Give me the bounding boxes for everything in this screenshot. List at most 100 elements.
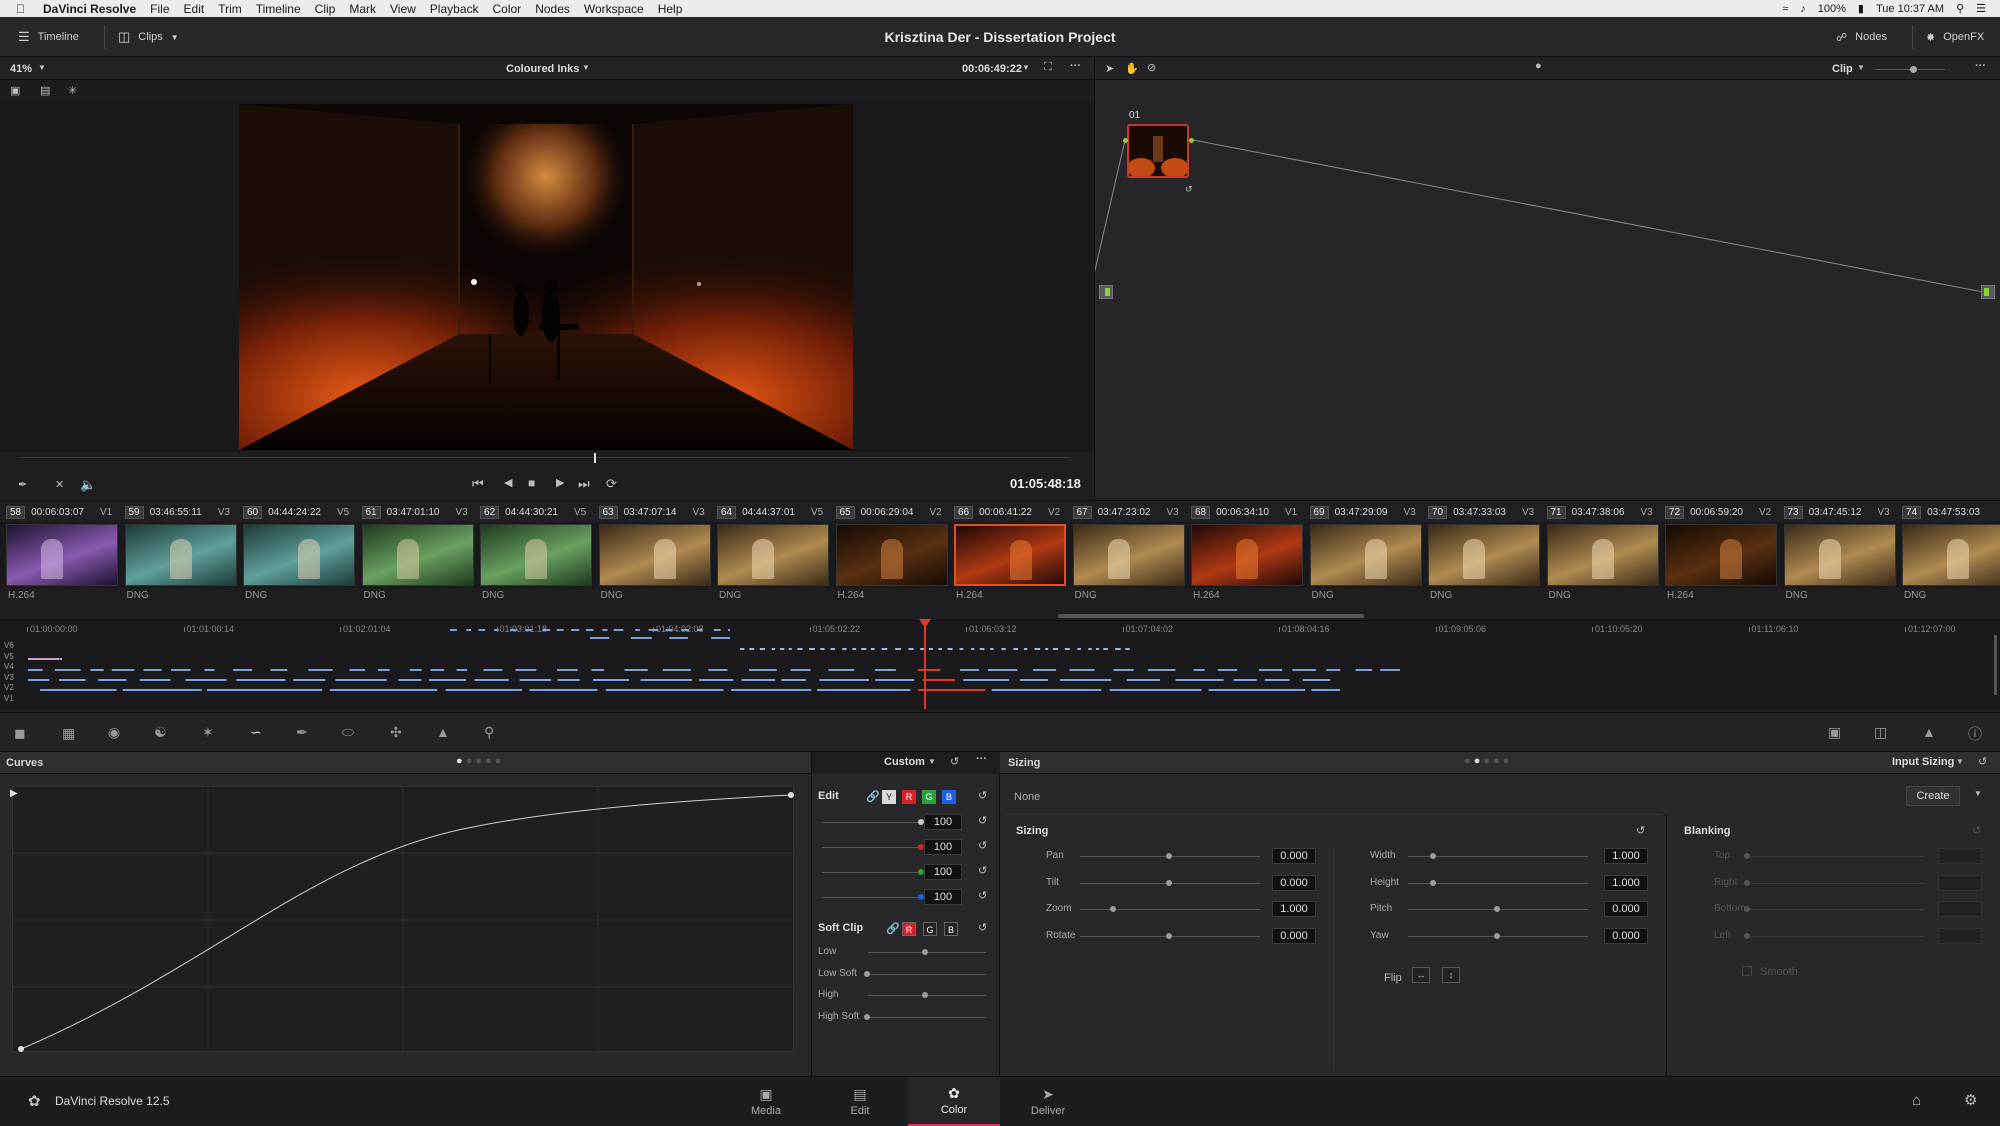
param-knob[interactable] — [1166, 853, 1172, 859]
blanking-knob[interactable] — [1744, 879, 1750, 886]
openfx-toggle-button[interactable]: ✸ OpenFX — [1926, 17, 1984, 57]
corrector-node[interactable] — [1127, 124, 1189, 178]
flip-horizontal-button[interactable]: ↔ — [1412, 967, 1430, 983]
scopes-icon[interactable]: ▲ — [1922, 724, 1936, 740]
clip-thumbnail[interactable]: DNG — [123, 522, 239, 601]
channel-y-button[interactable]: Y — [882, 790, 896, 804]
crop-icon[interactable]: ✕ — [55, 478, 64, 491]
stop-icon[interactable]: ■ — [528, 476, 535, 490]
clip-thumbnail[interactable]: DNG — [597, 522, 713, 601]
blur-icon[interactable]: ▲ — [436, 724, 450, 740]
blanking-value[interactable] — [1938, 927, 1982, 944]
fullscreen-icon[interactable]: ⛶ — [1044, 61, 1052, 74]
scrubber-playhead[interactable] — [594, 453, 596, 463]
layout-split-icon[interactable]: ▤ — [40, 84, 50, 97]
clip-thumbnail[interactable]: DNG — [360, 522, 476, 601]
volume-icon[interactable]: ♪ — [1800, 3, 1806, 15]
tracker-icon[interactable]: ✣ — [390, 724, 402, 741]
intensity-slider[interactable] — [822, 869, 924, 875]
intensity-reset-icon[interactable]: ↺ — [978, 864, 987, 877]
link-icon[interactable]: 🔗 — [866, 790, 880, 803]
apple-icon[interactable]:  — [16, 2, 25, 16]
menu-timeline[interactable]: Timeline — [256, 2, 301, 16]
curve-graph[interactable] — [12, 786, 795, 1053]
clip-thumbnail[interactable]: DNG — [1426, 522, 1542, 601]
intensity-value[interactable]: 100 — [924, 839, 962, 855]
blanking-slider[interactable] — [1744, 879, 1924, 886]
smooth-checkbox[interactable] — [1742, 966, 1752, 976]
blanking-slider[interactable] — [1744, 906, 1924, 912]
blanking-reset-icon[interactable]: ↺ — [1972, 824, 1981, 837]
curves-icon[interactable]: ∽ — [250, 724, 262, 741]
sizing-preset[interactable]: None — [1014, 791, 1040, 803]
soft-clip-link-icon[interactable]: 🔗 — [886, 922, 900, 935]
home-icon[interactable]: ⌂ — [1912, 1092, 1921, 1109]
rgb-mixer-icon[interactable]: ☯ — [154, 724, 167, 741]
param-knob[interactable] — [1166, 932, 1172, 939]
soft-clip-g-button[interactable]: G — [923, 922, 937, 936]
viewer[interactable] — [0, 102, 1094, 452]
soft-clip-b-button[interactable]: B — [944, 922, 958, 936]
menu-playback[interactable]: Playback — [430, 2, 479, 16]
clip-thumbnail[interactable]: H.264 — [834, 522, 950, 601]
param-knob[interactable] — [1430, 853, 1436, 859]
battery-icon[interactable]: ▮ — [1858, 2, 1864, 15]
spotlight-icon[interactable]: ⚲ — [1956, 2, 1964, 15]
channel-b-button[interactable]: B — [942, 790, 956, 804]
play-reverse-icon[interactable]: ◀ — [504, 476, 512, 489]
node-zoom-knob[interactable] — [1910, 66, 1917, 73]
soft-clip-knob[interactable] — [864, 1013, 870, 1020]
clip-thumbnail[interactable]: H.264 — [952, 522, 1068, 601]
blanking-slider[interactable] — [1744, 853, 1924, 859]
zoom-level[interactable]: 41% — [10, 63, 32, 75]
curves-reset-icon[interactable]: ↺ — [950, 755, 959, 768]
page-tab-color[interactable]: ✿ Color — [908, 1077, 1000, 1126]
param-value[interactable]: 0.000 — [1272, 874, 1316, 891]
clip-thumbnail[interactable]: DNG — [478, 522, 594, 601]
flip-vertical-button[interactable]: ↕ — [1442, 967, 1460, 983]
node-output-dot[interactable] — [1189, 138, 1194, 143]
clip-thumbnail[interactable]: DNG — [715, 522, 831, 601]
timeline-chevron-icon[interactable]: ▼ — [582, 63, 590, 72]
blanking-knob[interactable] — [1744, 853, 1750, 859]
blanking-knob[interactable] — [1744, 932, 1750, 939]
qualifier-icon[interactable]: ✒ — [296, 724, 308, 741]
wifi-icon[interactable]: ≈ — [1782, 3, 1788, 15]
edit-reset-icon[interactable]: ↺ — [978, 789, 987, 802]
scrubber-track[interactable] — [20, 457, 1070, 458]
param-slider[interactable] — [1080, 853, 1260, 859]
clip-thumbnail[interactable]: H.264 — [4, 522, 120, 601]
layout-single-icon[interactable]: ▣ — [10, 84, 20, 97]
blanking-value[interactable] — [1938, 901, 1982, 917]
blanking-value[interactable] — [1938, 874, 1982, 891]
menu-workspace[interactable]: Workspace — [584, 2, 644, 16]
audio-icon[interactable]: 🔈 — [80, 477, 96, 493]
intensity-slider[interactable] — [822, 819, 924, 825]
key-icon[interactable]: ⚲ — [484, 724, 494, 741]
soft-clip-knob[interactable] — [922, 949, 928, 955]
channel-g-button[interactable]: G — [922, 790, 936, 804]
clip-strip-scrollbar[interactable] — [1058, 614, 1364, 618]
soft-clip-slider[interactable] — [868, 992, 986, 998]
param-value[interactable]: 1.000 — [1272, 901, 1316, 917]
param-knob[interactable] — [1430, 879, 1436, 886]
sizing-page-dots[interactable]: ● ● ● ● ● — [1464, 755, 1509, 767]
menu-file[interactable]: File — [150, 2, 169, 16]
clip-thumbnail[interactable]: DNG — [1308, 522, 1424, 601]
timeline-vscroll[interactable] — [1994, 635, 1997, 695]
menu-edit[interactable]: Edit — [184, 2, 205, 16]
color-wheels-icon[interactable]: ◉ — [108, 724, 120, 741]
sizing-icon[interactable]: ▣ — [1828, 724, 1841, 741]
soft-clip-slider[interactable] — [864, 1013, 986, 1020]
param-knob[interactable] — [1494, 932, 1500, 939]
intensity-reset-icon[interactable]: ↺ — [978, 889, 987, 902]
blanking-knob[interactable] — [1744, 906, 1750, 912]
zoom-chevron-icon[interactable]: ▼ — [38, 63, 46, 72]
node-mode[interactable]: Clip — [1832, 63, 1853, 75]
soft-clip-reset-icon[interactable]: ↺ — [978, 921, 987, 934]
timeline-toggle-button[interactable]: ☰ Timeline — [18, 17, 79, 57]
preset-chevron-icon[interactable]: ▼ — [928, 757, 936, 766]
param-slider[interactable] — [1080, 879, 1260, 886]
curves-preset[interactable]: Custom — [884, 756, 925, 768]
source-input[interactable] — [1099, 285, 1113, 299]
